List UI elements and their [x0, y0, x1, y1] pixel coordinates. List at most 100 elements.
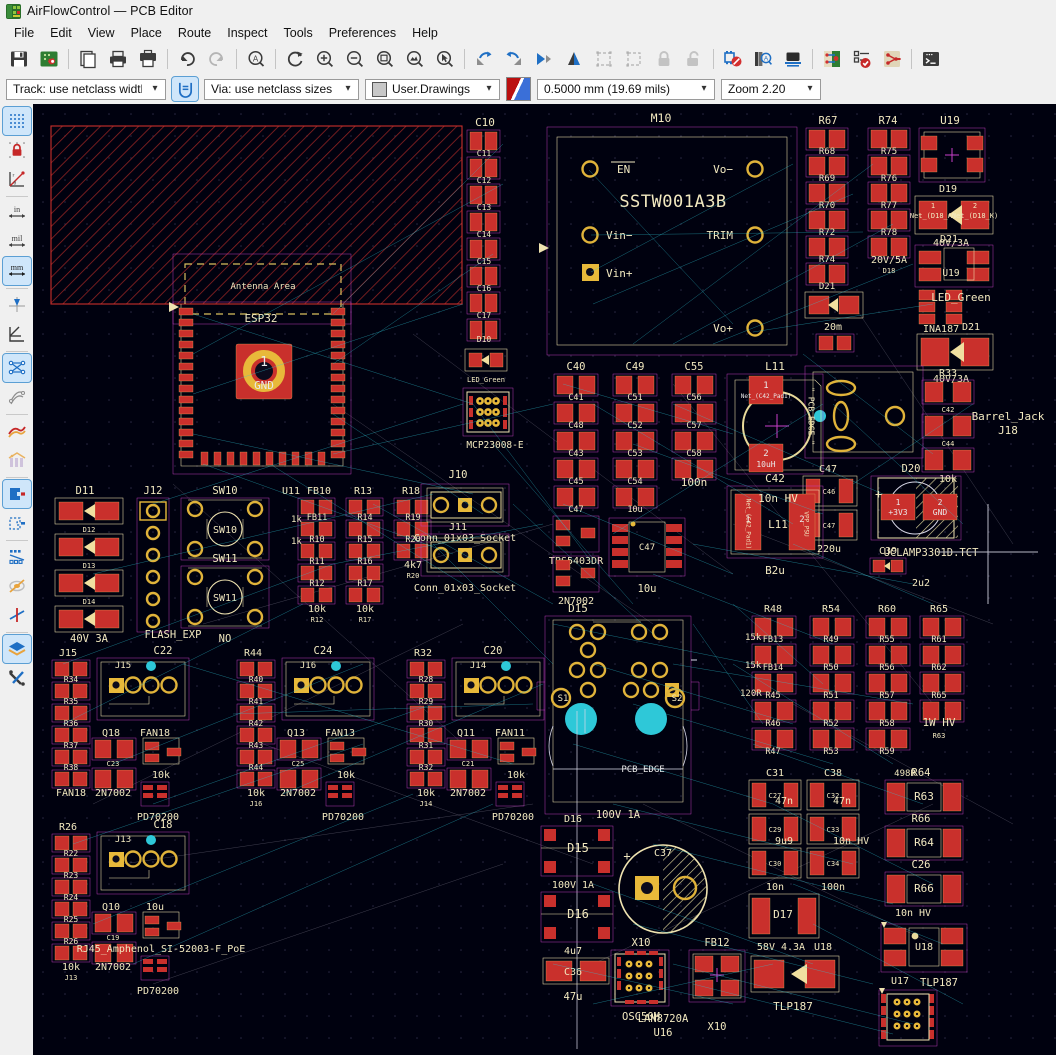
zoom-in-button[interactable]: [310, 45, 340, 73]
show-ratsnest-button[interactable]: [1, 353, 32, 383]
menu-place[interactable]: Place: [123, 24, 170, 42]
layer-pair-indicator[interactable]: [506, 77, 531, 101]
svg-text:D12: D12: [83, 526, 96, 534]
menu-view[interactable]: View: [80, 24, 123, 42]
footprint-d15-d16[interactable]: D16 D15 100V 1A D16 4u7 C36 47u: [540, 814, 614, 1003]
units-mils-button[interactable]: mil: [3, 228, 31, 256]
save-button[interactable]: [4, 45, 34, 73]
resistor-stack-r63[interactable]: R64 R63 R66 R64 C26 R66 10n HV: [884, 767, 964, 919]
net-color-button[interactable]: [3, 417, 31, 445]
cap-pair-c26[interactable]: C31 C38 C27 C29 C30 10n C32 C33 C34 100n…: [748, 768, 869, 953]
keepout-zone-label: Antenna Area: [230, 282, 295, 292]
cap-grid-c40[interactable]: C40 C49 C55 C41C48C43C45C47 C51C52C53C54…: [553, 361, 717, 515]
track-width-select[interactable]: Track: use netclass width ▾: [6, 78, 166, 100]
footprint-l10[interactable]: U19: [918, 114, 986, 183]
menu-help[interactable]: Help: [404, 24, 446, 42]
refresh-button[interactable]: [280, 45, 310, 73]
footprint-d10[interactable]: LED_Green: [464, 348, 508, 384]
active-layer-select[interactable]: User.Drawings ▾: [365, 78, 500, 100]
footprint-u17-pd70200[interactable]: PD70200: [878, 988, 938, 1049]
track-width-lock-toggle[interactable]: [171, 76, 199, 102]
footprint-ref-r66: C26: [912, 859, 931, 871]
keepout-zone[interactable]: Antenna Area: [50, 125, 463, 325]
find-button[interactable]: A: [241, 45, 271, 73]
footprint-ref-r65: R63: [933, 732, 946, 740]
units-inches-button[interactable]: in: [3, 199, 31, 227]
fan-block-j15[interactable]: J15 R34R35R36 R37R38 FAN18 C22 J15 Q18 F…: [51, 645, 190, 823]
rotate-ccw-button[interactable]: [469, 45, 499, 73]
footprint-c10-column[interactable]: C10 C11C12C13 C14C15C16 C17D10: [466, 116, 501, 344]
flip-vertical-button[interactable]: [559, 45, 589, 73]
svg-text:C19: C19: [107, 934, 120, 942]
pcb-drawing[interactable]: Antenna Area ESP32 1 GND C10 C11C12C13 C…: [33, 104, 1056, 1049]
polar-coords-button[interactable]: rθ: [3, 165, 31, 193]
cursor-fullscreen-button[interactable]: [3, 291, 31, 319]
plot-button[interactable]: [133, 45, 163, 73]
net-inspector-button[interactable]: [877, 45, 907, 73]
undo-button[interactable]: [172, 45, 202, 73]
via-size-select[interactable]: Via: use netclass sizes ▾: [204, 78, 359, 100]
vias-sketch-button[interactable]: [3, 572, 31, 600]
properties-manager-button[interactable]: [3, 664, 31, 692]
footprint-j12[interactable]: J12 FLASH_EXP: [136, 485, 201, 641]
footprint-c50[interactable]: D20 1+3V3 2GND + UCLAMP3301D.TCT C39 2u2: [869, 463, 979, 589]
resistor-bank-r67-r78[interactable]: R67 R74 R68R69R70 R72D21 R75R76R77 R78 2…: [804, 115, 911, 353]
menu-file[interactable]: File: [6, 24, 42, 42]
footprint-u10-mcp23008[interactable]: MCP23008-E: [462, 387, 524, 451]
scripting-console-button[interactable]: [916, 45, 946, 73]
svg-text:15k: 15k: [745, 661, 762, 671]
tracks-sketch-button[interactable]: [3, 601, 31, 629]
footprint-value-d16: 4u7: [564, 946, 582, 957]
footprint-value-u18: TLP187: [920, 977, 958, 989]
footprint-value-c36: 47u: [564, 991, 583, 1003]
resistor-grid-fb12[interactable]: R48 R54 R60 R65 FB13FB14R45R46R47 R49R50…: [740, 604, 965, 779]
ratsnest-layers-button[interactable]: [3, 446, 31, 474]
lock-grid-button[interactable]: [3, 136, 31, 164]
footprint-u19-ina187[interactable]: D21 U19 LED_Green INA187: [914, 234, 994, 335]
layers-manager-button[interactable]: [1, 634, 32, 664]
rotate-cw-button[interactable]: [499, 45, 529, 73]
svg-text:C21: C21: [462, 760, 475, 768]
svg-text:C37: C37: [654, 848, 672, 859]
toggle-ratsnest-line-button[interactable]: [3, 320, 31, 348]
menu-edit[interactable]: Edit: [42, 24, 80, 42]
zoom-objects-button[interactable]: [400, 45, 430, 73]
footprint-library-button[interactable]: A: [748, 45, 778, 73]
menu-preferences[interactable]: Preferences: [321, 24, 404, 42]
zoom-level-select[interactable]: Zoom 2.20 ▾: [721, 78, 821, 100]
svg-text:R44: R44: [249, 763, 264, 772]
fill-zones-button[interactable]: [1, 479, 32, 509]
fan-block-j16[interactable]: R44 R40R41R42 R43R44 10k J16 C24 J16 Q13…: [236, 645, 375, 823]
fan-block-j14[interactable]: R32 R28R29R30 R31R32 10k J14 C20 J14 Q11…: [406, 645, 545, 823]
pcb-canvas[interactable]: Antenna Area ESP32 1 GND C10 C11 C12 C13…: [33, 104, 1056, 1055]
curved-ratsnest-button[interactable]: [3, 383, 31, 411]
view-3d-button[interactable]: [778, 45, 808, 73]
footprint-sw10[interactable]: SW10 SW10: [180, 485, 270, 561]
footprint-u16[interactable]: X10 OSC50M: [610, 937, 670, 1023]
menu-tools[interactable]: Tools: [276, 24, 321, 42]
cap-column-c39[interactable]: R33 C42 C44 10k: [921, 368, 975, 485]
svg-text:R49: R49: [823, 635, 838, 645]
zoom-selection-button[interactable]: [430, 45, 460, 73]
drc-button[interactable]: [847, 45, 877, 73]
fan-block-j13[interactable]: R26 R22R23R24 R25R26 10k J13 C18 J13 Q10…: [51, 819, 245, 997]
sketch-zones-button[interactable]: [3, 509, 31, 537]
footprint-editor-button[interactable]: [718, 45, 748, 73]
toggle-grid-button[interactable]: [1, 106, 32, 136]
units-mm-button[interactable]: mm: [1, 256, 32, 286]
page-settings-button[interactable]: [73, 45, 103, 73]
resistor-grid-u11[interactable]: U11 FB10 R13 R18 FB11R10R11R12 R14R15R16…: [282, 486, 432, 624]
zoom-fit-button[interactable]: [370, 45, 400, 73]
footprint-d11-stack[interactable]: D11 D12 D13 D14 40V 3A: [54, 485, 124, 645]
grid-size-select[interactable]: 0.5000 mm (19.69 mils) ▾: [537, 78, 715, 100]
footprint-u18-tlp187[interactable]: U18 U17 TLP187: [880, 922, 968, 989]
pads-sketch-button[interactable]: [3, 543, 31, 571]
update-pcb-button[interactable]: [817, 45, 847, 73]
board-setup-button[interactable]: [34, 45, 64, 73]
flip-horizontal-button[interactable]: [529, 45, 559, 73]
zoom-out-button[interactable]: [340, 45, 370, 73]
menu-inspect[interactable]: Inspect: [219, 24, 275, 42]
footprint-value-j13: 10u: [146, 902, 164, 913]
print-button[interactable]: [103, 45, 133, 73]
menu-route[interactable]: Route: [170, 24, 219, 42]
